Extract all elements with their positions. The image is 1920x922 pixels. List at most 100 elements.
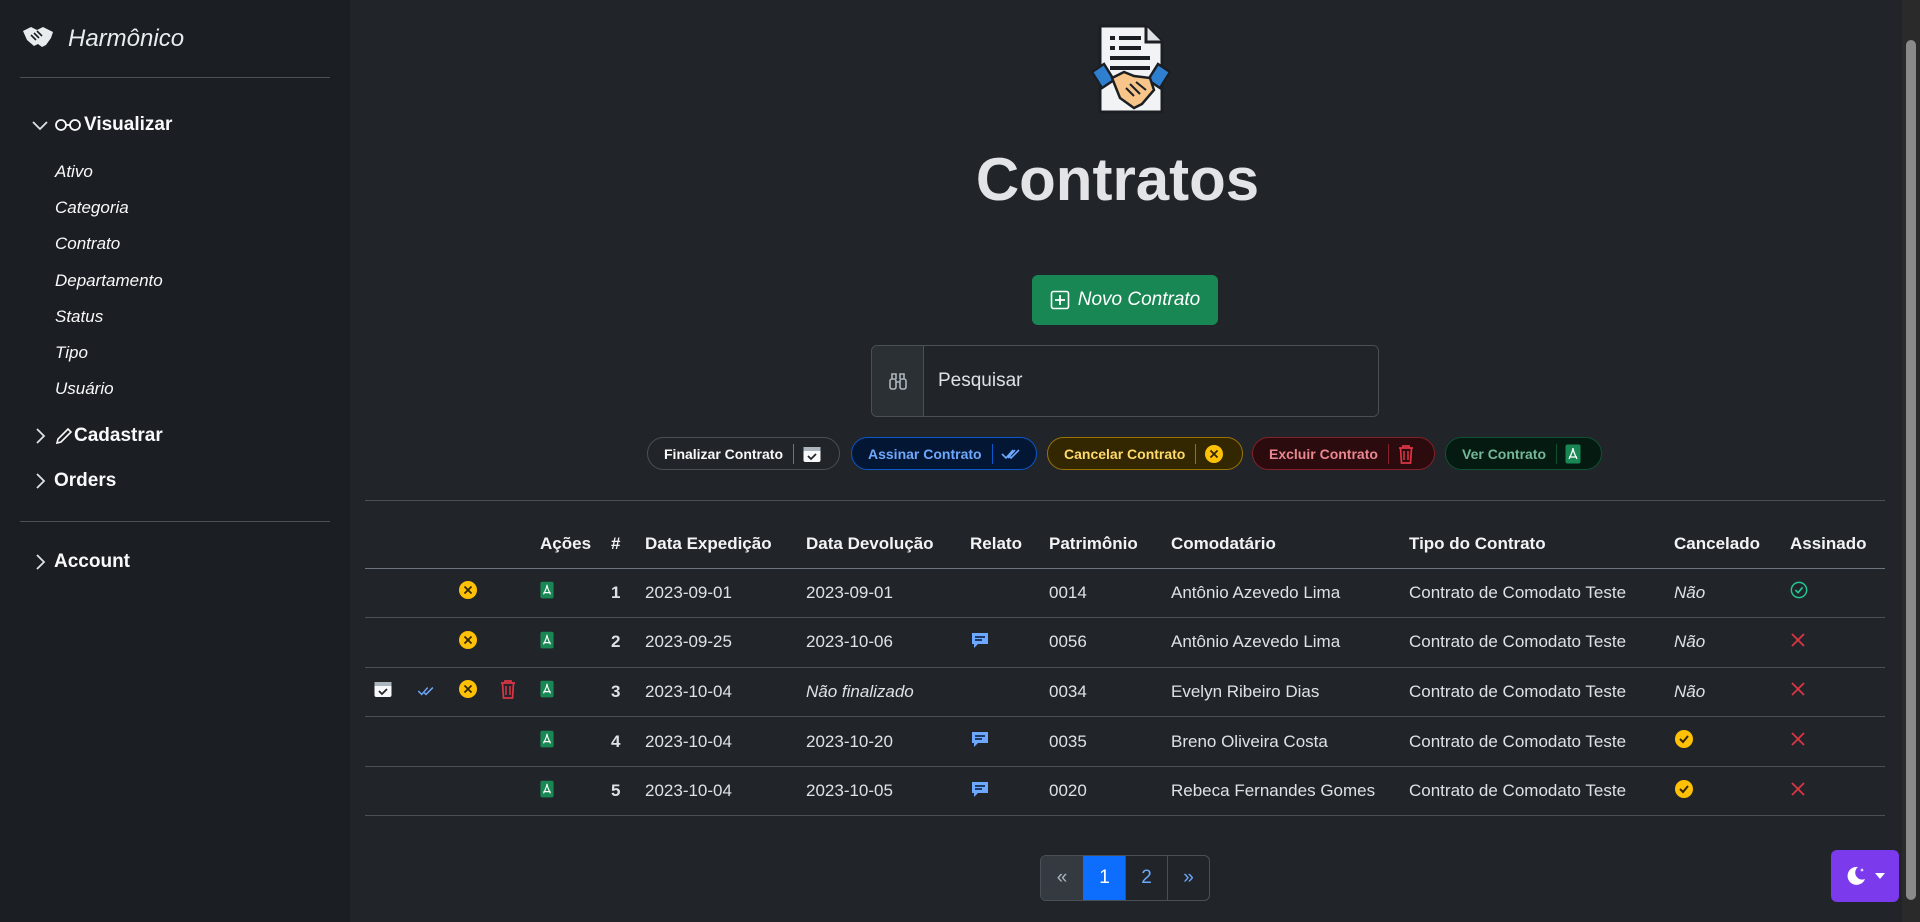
new-contract-button[interactable]: Novo Contrato xyxy=(1032,275,1218,325)
sidebar-item-status[interactable]: Status xyxy=(55,307,103,327)
calendar-check-icon xyxy=(803,446,821,462)
nav-section-visualizar[interactable]: Visualizar xyxy=(30,114,172,136)
th-sign xyxy=(409,520,450,569)
sidebar-item-contrato[interactable]: Contrato xyxy=(55,234,120,254)
cell-patrimonio: 0035 xyxy=(1041,716,1163,767)
th-relato[interactable]: Relato xyxy=(962,520,1041,569)
x-circle-fill-icon xyxy=(1205,444,1224,463)
th-delete xyxy=(491,520,532,569)
finalize-contract-icon[interactable] xyxy=(373,679,393,704)
th-patrimonio[interactable]: Patrimônio xyxy=(1041,520,1163,569)
x-icon xyxy=(1790,731,1806,752)
check-circle-fill-icon xyxy=(1674,729,1694,754)
pencil-icon xyxy=(55,427,73,445)
th-comodatario[interactable]: Comodatário xyxy=(1163,520,1401,569)
cell-data-expedicao: 2023-09-01 xyxy=(637,568,798,619)
chevron-right-icon xyxy=(36,473,46,489)
chat-text-icon[interactable] xyxy=(970,630,990,655)
pagination-next[interactable]: » xyxy=(1167,856,1209,900)
view-contract-pdf-icon[interactable] xyxy=(540,631,554,654)
cancel-contract-icon[interactable] xyxy=(458,580,478,605)
sign-contract-icon[interactable] xyxy=(417,682,435,702)
glasses-icon xyxy=(55,119,81,131)
legend-label: Finalizar Contrato xyxy=(664,445,784,462)
cell-data-devolucao: Não finalizado xyxy=(798,667,962,718)
nav-section-label: Cadastrar xyxy=(74,425,163,446)
x-icon xyxy=(1790,781,1806,802)
file-pdf-icon xyxy=(1565,444,1581,463)
legend-label: Cancelar Contrato xyxy=(1064,445,1186,462)
th-id[interactable]: # xyxy=(603,520,637,569)
sidebar-item-tipo[interactable]: Tipo xyxy=(55,343,88,363)
cell-id: 1 xyxy=(603,568,637,619)
theme-toggle-button[interactable] xyxy=(1831,850,1899,902)
cell-data-devolucao: 2023-10-06 xyxy=(798,617,962,668)
sidebar-divider xyxy=(20,77,330,78)
th-cancel xyxy=(450,520,491,569)
check-circle-fill-icon xyxy=(1674,779,1694,804)
page-scrollbar[interactable] xyxy=(1902,0,1920,922)
legend-delete: Excluir Contrato xyxy=(1252,437,1435,470)
legend-view: Ver Contrato xyxy=(1445,437,1602,470)
th-acoes[interactable]: Ações xyxy=(532,520,603,569)
pagination-page-1[interactable]: 1 xyxy=(1083,856,1125,900)
cell-cancelado: Não xyxy=(1666,617,1782,668)
chevron-right-icon xyxy=(36,554,46,570)
pagination: « 1 2 » xyxy=(1040,855,1210,901)
moon-stars-icon xyxy=(1847,866,1865,885)
chat-text-icon[interactable] xyxy=(970,729,990,754)
nav-section-cadastrar[interactable]: Cadastrar xyxy=(30,425,163,447)
th-data-expedicao[interactable]: Data Expedição xyxy=(637,520,798,569)
delete-contract-icon[interactable] xyxy=(499,679,517,704)
sidebar-divider xyxy=(20,521,330,522)
cell-comodatario: Evelyn Ribeiro Dias xyxy=(1163,667,1401,718)
cell-id: 2 xyxy=(603,617,637,668)
sidebar-item-departamento[interactable]: Departamento xyxy=(55,271,163,291)
pagination-page-2[interactable]: 2 xyxy=(1125,856,1167,900)
th-data-devolucao[interactable]: Data Devolução xyxy=(798,520,962,569)
table-header-row: Ações # Data Expedição Data Devolução Re… xyxy=(365,520,1885,569)
pagination-prev[interactable]: « xyxy=(1041,856,1083,900)
cell-patrimonio: 0014 xyxy=(1041,568,1163,619)
sidebar-item-categoria[interactable]: Categoria xyxy=(55,198,129,218)
cancel-contract-icon[interactable] xyxy=(458,679,478,704)
view-contract-pdf-icon[interactable] xyxy=(540,680,554,703)
cell-tipo-contrato: Contrato de Comodato Teste xyxy=(1401,568,1666,619)
page-title: Contratos xyxy=(975,146,1260,213)
brand[interactable]: Harmônico xyxy=(22,24,184,54)
th-assinado[interactable]: Assinado xyxy=(1782,520,1885,569)
cancel-contract-icon[interactable] xyxy=(458,630,478,655)
sidebar: Harmônico Visualizar Ativo Categoria Con… xyxy=(0,0,350,922)
table-row: 4 2023-10-04 2023-10-20 0035 Breno Oliveira … xyxy=(365,716,1885,767)
scrollbar-thumb[interactable] xyxy=(1906,40,1916,900)
x-icon xyxy=(1790,681,1806,702)
view-contract-pdf-icon[interactable] xyxy=(540,780,554,803)
legend-finalize: Finalizar Contrato xyxy=(647,437,840,470)
cell-tipo-contrato: Contrato de Comodato Teste xyxy=(1401,716,1666,767)
cell-data-devolucao: 2023-09-01 xyxy=(798,568,962,619)
th-cancelado[interactable]: Cancelado xyxy=(1666,520,1782,569)
th-finalize xyxy=(365,520,409,569)
legend-sign: Assinar Contrato xyxy=(851,437,1037,470)
chat-text-icon[interactable] xyxy=(970,779,990,804)
handshake-icon xyxy=(22,25,54,54)
cell-comodatario: Antônio Azevedo Lima xyxy=(1163,617,1401,668)
search-input[interactable] xyxy=(924,346,1378,416)
cell-data-expedicao: 2023-10-04 xyxy=(637,716,798,767)
cell-data-expedicao: 2023-09-25 xyxy=(637,617,798,668)
plus-square-icon xyxy=(1050,290,1070,310)
nav-section-account[interactable]: Account xyxy=(30,551,130,573)
cell-comodatario: Antônio Azevedo Lima xyxy=(1163,568,1401,619)
chevron-right-icon xyxy=(36,428,46,444)
table-row: 2 2023-09-25 2023-10-06 0056 Antônio Azevedo… xyxy=(365,617,1885,668)
cell-id: 5 xyxy=(603,766,637,817)
view-contract-pdf-icon[interactable] xyxy=(540,730,554,753)
th-tipo-contrato[interactable]: Tipo do Contrato xyxy=(1401,520,1666,569)
nav-section-orders[interactable]: Orders xyxy=(30,470,116,492)
cell-cancelado: Não xyxy=(1666,568,1782,619)
view-contract-pdf-icon[interactable] xyxy=(540,581,554,604)
table-body: 1 2023-09-01 2023-09-01 0014 Antônio Azevedo… xyxy=(365,568,1885,817)
sidebar-item-usuario[interactable]: Usuário xyxy=(55,379,114,399)
legend-cancel: Cancelar Contrato xyxy=(1047,437,1243,470)
sidebar-item-ativo[interactable]: Ativo xyxy=(55,162,93,182)
